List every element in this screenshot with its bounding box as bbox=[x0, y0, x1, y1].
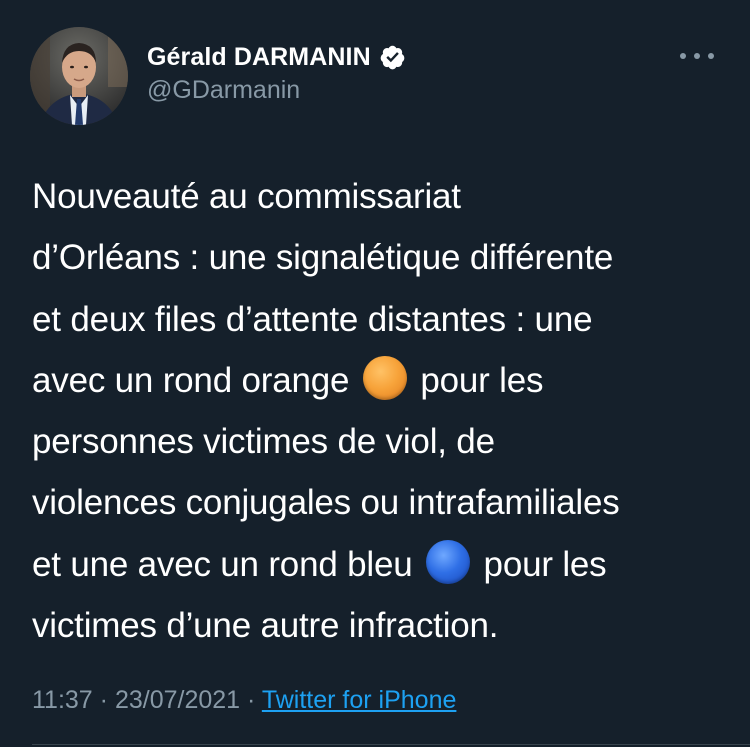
verified-badge-icon bbox=[379, 44, 406, 71]
text-segment: et une avec un rond bleu bbox=[32, 544, 413, 584]
dot bbox=[680, 53, 686, 59]
tweet-time[interactable]: 11:37 bbox=[32, 686, 93, 714]
more-options-icon[interactable] bbox=[680, 49, 714, 63]
tweet-line: avec un rond orange pour les bbox=[32, 350, 732, 411]
tweet-line: et une avec un rond bleu pour les bbox=[32, 534, 732, 595]
text-segment: pour les bbox=[410, 360, 544, 400]
tweet: Gérald DARMANIN @GDarmanin Nouveauté au … bbox=[0, 0, 750, 747]
tweet-line: Nouveauté au commissariat bbox=[32, 166, 732, 227]
tweet-source-link[interactable]: Twitter for iPhone bbox=[262, 686, 457, 714]
avatar-photo bbox=[30, 27, 128, 125]
display-name[interactable]: Gérald DARMANIN bbox=[147, 43, 371, 72]
text-segment: violences conjugales ou intrafamiliales bbox=[32, 483, 620, 523]
user-handle[interactable]: @GDarmanin bbox=[147, 76, 406, 105]
tweet-line: violences conjugales ou intrafamiliales bbox=[32, 472, 732, 533]
dot bbox=[708, 53, 714, 59]
text-segment: pour les bbox=[474, 544, 607, 584]
name-row: Gérald DARMANIN bbox=[147, 40, 406, 74]
tweet-line: d’Orléans : une signalétique différente bbox=[32, 227, 732, 288]
divider bbox=[32, 744, 750, 745]
tweet-line: et deux files d’attente distantes : une bbox=[32, 289, 732, 350]
tweet-line: personnes victimes de viol, de bbox=[32, 411, 732, 472]
text-segment: victimes d’une autre infraction. bbox=[32, 606, 499, 646]
blue-circle-emoji bbox=[426, 539, 471, 584]
tweet-date[interactable]: 23/07/2021 bbox=[115, 686, 240, 714]
tweet-meta: 11:37 · 23/07/2021 · Twitter for iPhone bbox=[32, 686, 456, 715]
tweet-text: Nouveauté au commissariat d’Orléans : un… bbox=[32, 166, 732, 656]
orange-circle-emoji bbox=[362, 355, 407, 400]
tweet-line: victimes d’une autre infraction. bbox=[32, 595, 732, 656]
text-segment: d’Orléans : une signalétique différente bbox=[32, 238, 614, 278]
text-segment: Nouveauté au commissariat bbox=[32, 177, 461, 216]
text-segment: et deux files d’attente distantes : une bbox=[32, 299, 593, 339]
tweet-author[interactable]: Gérald DARMANIN @GDarmanin bbox=[147, 40, 406, 105]
avatar[interactable] bbox=[30, 27, 128, 125]
text-segment: personnes victimes de viol, de bbox=[32, 422, 495, 462]
text-segment: avec un rond orange bbox=[32, 360, 350, 400]
meta-separator: · bbox=[247, 686, 256, 714]
meta-separator: · bbox=[99, 686, 108, 714]
dot bbox=[694, 53, 700, 59]
